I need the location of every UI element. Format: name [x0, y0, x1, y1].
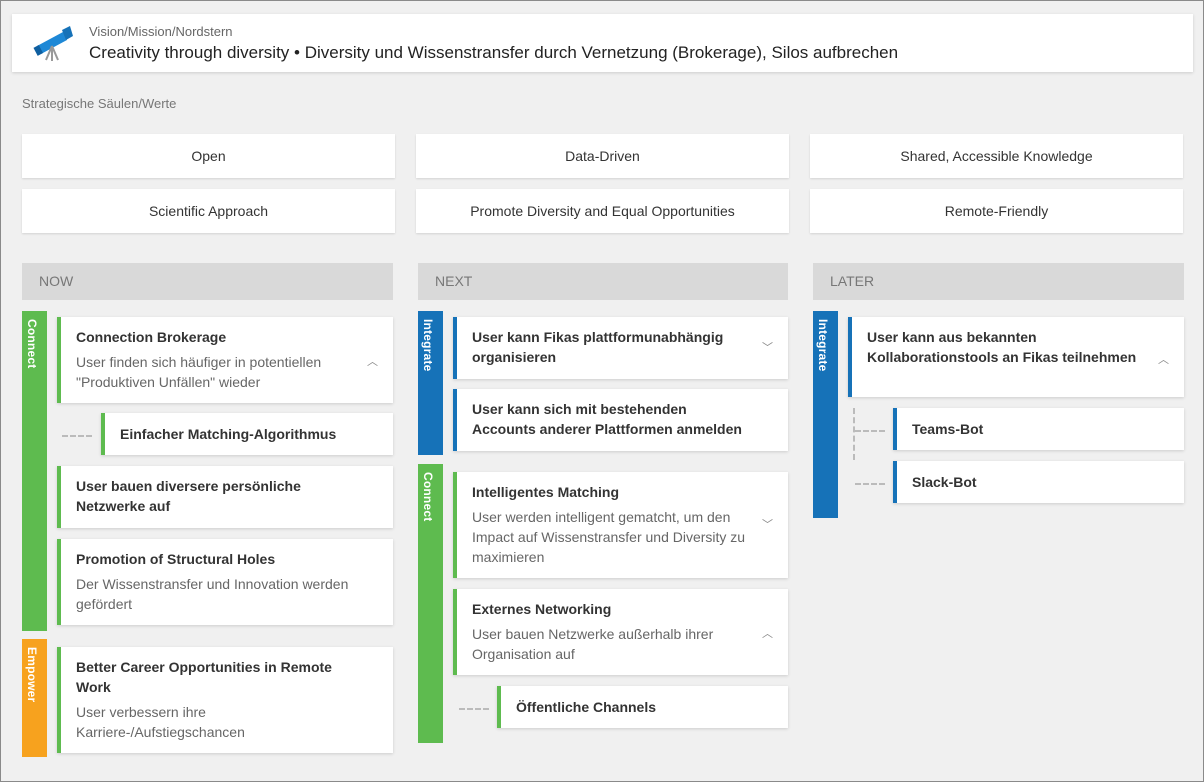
- card-description: User bauen Netzwerke außerhalb ihrer Org…: [472, 626, 714, 662]
- card-title: Better Career Opportunities in Remote Wo…: [76, 659, 332, 695]
- lane-integrate-later: Integrate: [813, 311, 838, 518]
- lane-label: Integrate: [816, 319, 830, 372]
- connector-line: [855, 483, 885, 485]
- card-title: Promotion of Structural Holes: [76, 551, 276, 567]
- pillar-promote-diversity[interactable]: Promote Diversity and Equal Opportunitie…: [416, 189, 789, 233]
- connector-line: [853, 408, 855, 460]
- header-title: Creativity through diversity • Diversity…: [89, 43, 899, 62]
- card-slack-bot[interactable]: Slack-Bot: [893, 461, 1184, 503]
- card-description: User verbessern ihre Karriere-/Aufstiegs…: [76, 704, 245, 740]
- lane-label: Empower: [25, 647, 39, 703]
- pillar-data-driven[interactable]: Data-Driven: [416, 134, 789, 178]
- column-header-next: NEXT: [418, 263, 788, 300]
- telescope-icon: [33, 26, 73, 61]
- chevron-up-icon[interactable]: ︿: [762, 625, 774, 640]
- card-kollaborationstools[interactable]: User kann aus bekannten Kollaborationsto…: [848, 317, 1184, 397]
- card-oeffentliche-channels[interactable]: Öffentliche Channels: [497, 686, 788, 728]
- lane-label: Connect: [25, 319, 39, 369]
- lane-label: Connect: [421, 472, 435, 522]
- card-career-opportunities[interactable]: Better Career Opportunities in Remote Wo…: [57, 647, 393, 753]
- vision-header: Vision/Mission/Nordstern Creativity thro…: [12, 14, 1193, 72]
- pillar-shared-knowledge[interactable]: Shared, Accessible Knowledge: [810, 134, 1183, 178]
- column-header-later: LATER: [813, 263, 1184, 300]
- card-einfacher-matching[interactable]: Einfacher Matching-Algorithmus: [101, 413, 393, 455]
- card-title: Externes Networking: [472, 601, 612, 617]
- card-structural-holes[interactable]: Promotion of Structural Holes Der Wissen…: [57, 539, 393, 625]
- pillar-scientific-approach[interactable]: Scientific Approach: [22, 189, 395, 233]
- card-bestehende-accounts[interactable]: User kann sich mit bestehenden Accounts …: [453, 389, 788, 451]
- card-title: Intelligentes Matching: [472, 484, 620, 500]
- card-diversere-netzwerke[interactable]: User bauen diversere persönliche Netzwer…: [57, 466, 393, 528]
- chevron-down-icon[interactable]: ﹀: [762, 339, 774, 354]
- pillar-open[interactable]: Open: [22, 134, 395, 178]
- pillars-label: Strategische Säulen/Werte: [22, 96, 177, 111]
- card-title: User kann Fikas plattformunabhängig orga…: [472, 329, 724, 365]
- card-title: User bauen diversere persönliche Netzwer…: [76, 478, 301, 514]
- pillar-remote-friendly[interactable]: Remote-Friendly: [810, 189, 1183, 233]
- card-description: User werden intelligent gematcht, um den…: [472, 509, 746, 565]
- lane-connect-next: Connect: [418, 464, 443, 743]
- lane-empower-now: Empower: [22, 639, 47, 757]
- lane-label: Integrate: [421, 319, 435, 372]
- lane-connect-now: Connect: [22, 311, 47, 631]
- card-title: User kann aus bekannten Kollaborationsto…: [867, 329, 1137, 365]
- card-title: Connection Brokerage: [76, 329, 227, 345]
- chevron-up-icon[interactable]: ︿: [1158, 351, 1170, 366]
- card-title: User kann sich mit bestehenden Accounts …: [472, 401, 742, 437]
- column-header-now: NOW: [22, 263, 393, 300]
- card-plattformunabhaengig[interactable]: User kann Fikas plattformunabhängig orga…: [453, 317, 788, 379]
- connector-line: [855, 430, 885, 432]
- card-intelligentes-matching[interactable]: Intelligentes Matching User werden intel…: [453, 472, 788, 578]
- chevron-up-icon[interactable]: ︿: [367, 353, 379, 368]
- header-kicker: Vision/Mission/Nordstern: [89, 24, 233, 39]
- lane-integrate-next: Integrate: [418, 311, 443, 455]
- connector-line: [459, 708, 489, 710]
- card-externes-networking[interactable]: Externes Networking User bauen Netzwerke…: [453, 589, 788, 675]
- chevron-down-icon[interactable]: ﹀: [762, 516, 774, 531]
- card-description: Der Wissenstransfer und Innovation werde…: [76, 576, 349, 612]
- card-description: User finden sich häufiger in potentielle…: [76, 354, 322, 390]
- connector-line: [62, 435, 92, 437]
- card-connection-brokerage[interactable]: Connection Brokerage User finden sich hä…: [57, 317, 393, 403]
- card-teams-bot[interactable]: Teams-Bot: [893, 408, 1184, 450]
